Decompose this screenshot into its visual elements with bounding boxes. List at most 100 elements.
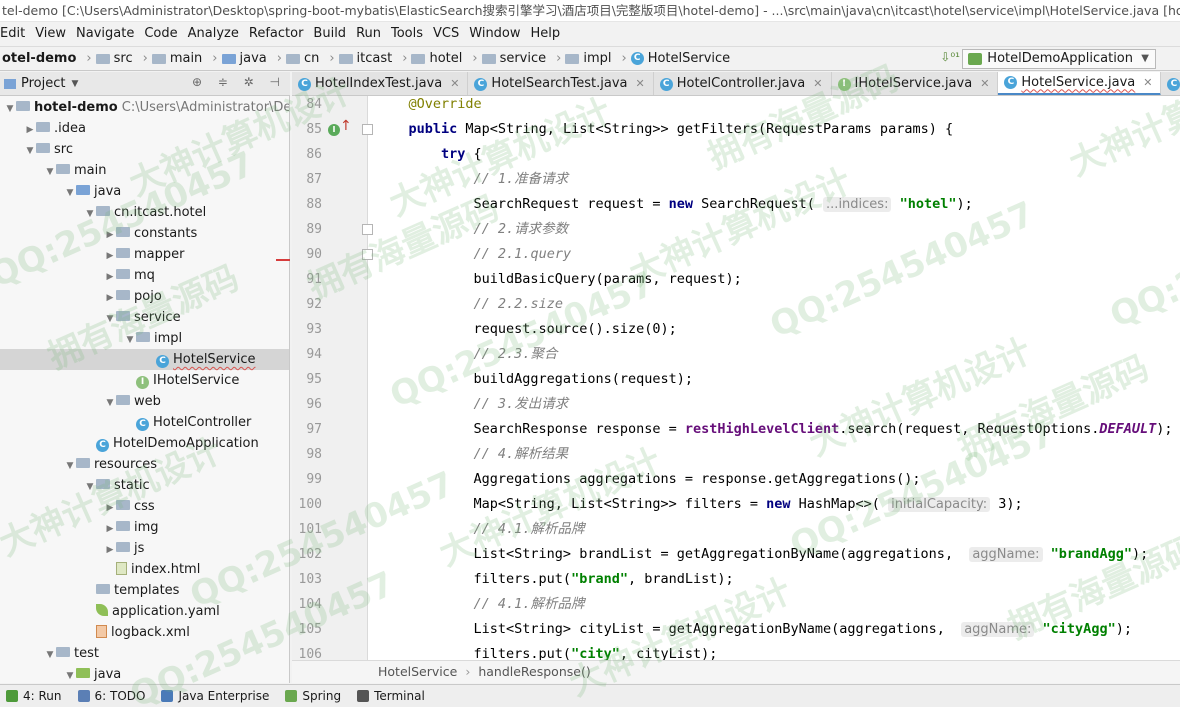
editor-tab[interactable]: I IHotelService.java ✕ [832,72,999,95]
run-configuration-select[interactable]: HotelDemoApplication ▼ [962,49,1156,69]
tool-window-button[interactable]: Spring [279,689,351,703]
tree-item[interactable]: logback.xml [0,622,289,643]
expand-arrow-icon[interactable]: ▼ [24,141,36,162]
expand-arrow-icon[interactable]: ▼ [64,456,76,477]
collapse-arrow-icon[interactable]: ▶ [104,225,116,246]
expand-arrow-icon[interactable]: ▼ [104,393,116,414]
menu-window[interactable]: Window [465,22,526,46]
expand-arrow-icon[interactable]: ▼ [84,204,96,225]
breadcrumb-item[interactable]: › main [135,51,205,66]
build-sort-icon[interactable]: ⇩⁰¹ [940,50,960,64]
expand-arrow-icon[interactable]: ▼ [44,162,56,183]
expand-arrow-icon[interactable]: ▼ [64,183,76,204]
tree-item[interactable]: ▶ constants [0,223,289,246]
code-line: // 2.3.聚合 [376,342,558,367]
menu-edit[interactable]: Edit [0,22,31,46]
tree-item[interactable]: ▼ impl [0,328,289,351]
tree-item[interactable]: ▼ java [0,181,289,204]
tree-item[interactable]: ▶ js [0,538,289,561]
menu-tools[interactable]: Tools [387,22,429,46]
fold-marker-icon[interactable] [362,124,373,135]
tree-item[interactable]: C HotelController [0,412,289,433]
tree-item[interactable]: ▼ resources [0,454,289,477]
breadcrumb-item[interactable]: › cn [269,51,322,66]
close-icon[interactable]: ✕ [813,73,822,95]
menu-code[interactable]: Code [140,22,183,46]
close-icon[interactable]: ✕ [450,73,459,95]
tree-item[interactable]: I IHotelService [0,370,289,391]
tree-item[interactable]: ▼ hotel-demo C:\Users\Administrator\Deskt… [0,97,289,120]
breadcrumb-item[interactable]: › C HotelService [613,51,732,66]
collapse-arrow-icon[interactable]: ▶ [24,120,36,141]
menu-navigate[interactable]: Navigate [72,22,140,46]
menu-run[interactable]: Run [352,22,387,46]
menu-refactor[interactable]: Refactor [245,22,310,46]
collapse-arrow-icon[interactable]: ▶ [104,519,116,540]
menu-help[interactable]: Help [527,22,567,46]
menu-analyze[interactable]: Analyze [184,22,245,46]
expand-arrow-icon[interactable]: ▼ [4,99,16,120]
expand-arrow-icon[interactable]: ▼ [64,666,76,683]
tree-item[interactable]: ▼ web [0,391,289,414]
tree-item[interactable]: C HotelDemoApplication [0,433,289,454]
tree-item[interactable]: ▶ pojo [0,286,289,309]
fold-marker-icon[interactable] [362,224,373,235]
collapse-arrow-icon[interactable]: ▶ [104,288,116,309]
editor-breadcrumb-item[interactable]: HotelService [378,664,457,679]
breadcrumb-project[interactable]: otel-demo [0,51,78,66]
project-panel-title[interactable]: Project [21,76,65,91]
expand-arrow-icon[interactable]: ▼ [44,645,56,666]
code-editor[interactable]: 84 85 86 87 88 89 90 91 92 93 94 95 96 97 98 99 100 101 10… [292,96,1180,660]
tree-item[interactable]: ▼ test [0,643,289,666]
close-icon[interactable]: ✕ [1143,72,1152,94]
chevron-down-icon[interactable]: ▼ [71,79,78,89]
implements-icon[interactable]: I [328,124,340,136]
close-icon[interactable]: ✕ [636,73,645,95]
expand-arrow-icon[interactable]: ▼ [124,330,136,351]
tree-item[interactable]: ▼ cn.itcast.hotel [0,202,289,225]
menu-view[interactable]: View [31,22,72,46]
tree-item[interactable]: index.html [0,559,289,580]
tree-item[interactable]: ▼ src [0,139,289,162]
expand-arrow-icon[interactable]: ▼ [104,309,116,330]
tree-item[interactable]: ▼ service [0,307,289,330]
tool-window-button[interactable]: 4: Run [0,689,72,703]
breadcrumb-item[interactable]: › service [464,51,548,66]
collapse-arrow-icon[interactable]: ▶ [104,246,116,267]
tool-window-button[interactable]: Java Enterprise [155,689,279,703]
tool-window-button[interactable]: 6: TODO [72,689,156,703]
tree-item[interactable]: templates [0,580,289,601]
tool-window-button[interactable]: Terminal [351,689,435,703]
tree-item[interactable]: ▼ main [0,160,289,183]
tree-item[interactable]: ▼ static [0,475,289,498]
expand-arrow-icon[interactable]: ▼ [84,477,96,498]
fold-marker-icon[interactable] [362,249,373,260]
close-icon[interactable]: ✕ [980,73,989,95]
tree-item[interactable]: ▶ mapper [0,244,289,267]
tree-item[interactable]: C HotelService [0,349,289,370]
breadcrumb-item[interactable]: › hotel [394,51,464,66]
editor-tab[interactable]: C HotelIndexTest.java ✕ [292,72,469,95]
collapse-arrow-icon[interactable]: ▶ [104,540,116,561]
editor-breadcrumb-item[interactable]: handleResponse() [478,664,590,679]
override-arrow-icon[interactable]: ↑ [340,118,352,134]
editor-tab[interactable]: CSearchSource [1161,72,1180,95]
menu-build[interactable]: Build [309,22,352,46]
breadcrumb-item[interactable]: › src [78,51,134,66]
breadcrumb-item[interactable]: › impl [548,51,613,66]
editor-tab[interactable]: C HotelService.java ✕ [998,72,1162,95]
tree-item[interactable]: ▼ java [0,664,289,683]
tree-item[interactable]: ▶ mq [0,265,289,288]
tree-item[interactable]: ▶ .idea [0,118,289,141]
project-panel-tools[interactable]: ⊕ ≑ ✲ ⊣ [192,75,286,89]
breadcrumb-item[interactable]: › itcast [321,51,394,66]
tree-item[interactable]: application.yaml [0,601,289,622]
breadcrumb-item[interactable]: › java [204,51,268,66]
collapse-arrow-icon[interactable]: ▶ [104,498,116,519]
editor-tab[interactable]: C HotelController.java ✕ [654,72,832,95]
tree-item[interactable]: ▶ img [0,517,289,540]
collapse-arrow-icon[interactable]: ▶ [104,267,116,288]
tree-item[interactable]: ▶ css [0,496,289,519]
menu-vcs[interactable]: VCS [429,22,465,46]
editor-tab[interactable]: C HotelSearchTest.java ✕ [468,72,654,95]
